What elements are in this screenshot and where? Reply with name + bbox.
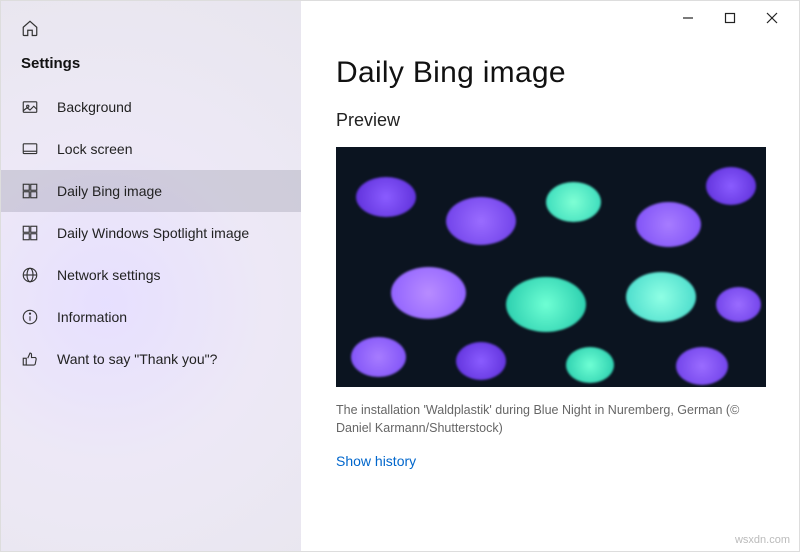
maximize-button[interactable] [720,8,740,28]
home-button[interactable] [1,9,301,51]
watermark: wsxdn.com [735,534,790,546]
sidebar-item-network[interactable]: Network settings [1,254,301,296]
dashboard-icon [21,182,39,200]
sidebar-item-background[interactable]: Background [1,86,301,128]
main-content: Daily Bing image Preview The installatio… [301,1,799,551]
maximize-icon [724,12,736,24]
sidebar-item-information[interactable]: Information [1,296,301,338]
sidebar-item-daily-spotlight[interactable]: Daily Windows Spotlight image [1,212,301,254]
sidebar-item-label: Information [57,309,127,325]
globe-icon [21,266,39,284]
close-icon [766,12,778,24]
sidebar-item-daily-bing[interactable]: Daily Bing image [1,170,301,212]
image-caption: The installation 'Waldplastik' during Bl… [336,401,764,437]
preview-heading: Preview [336,110,764,131]
sidebar-item-label: Background [57,99,132,115]
minimize-button[interactable] [678,8,698,28]
spotlight-icon [21,224,39,242]
page-title: Daily Bing image [336,56,764,90]
picture-icon [21,98,39,116]
sidebar-item-label: Network settings [57,267,160,283]
info-icon [21,308,39,326]
sidebar-item-thank-you[interactable]: Want to say "Thank you"? [1,338,301,380]
sidebar: Settings Background Lock screen Daily Bi… [1,1,301,551]
close-button[interactable] [762,8,782,28]
sidebar-item-label: Lock screen [57,141,132,157]
sidebar-title: Settings [1,51,301,86]
lock-screen-icon [21,140,39,158]
window-controls [678,0,800,36]
sidebar-item-label: Daily Windows Spotlight image [57,225,249,241]
sidebar-item-lock-screen[interactable]: Lock screen [1,128,301,170]
preview-image [336,147,766,387]
thumbs-up-icon [21,350,39,368]
minimize-icon [682,12,694,24]
show-history-link[interactable]: Show history [336,453,764,469]
sidebar-item-label: Daily Bing image [57,183,162,199]
home-icon [21,19,39,37]
sidebar-item-label: Want to say "Thank you"? [57,351,217,367]
